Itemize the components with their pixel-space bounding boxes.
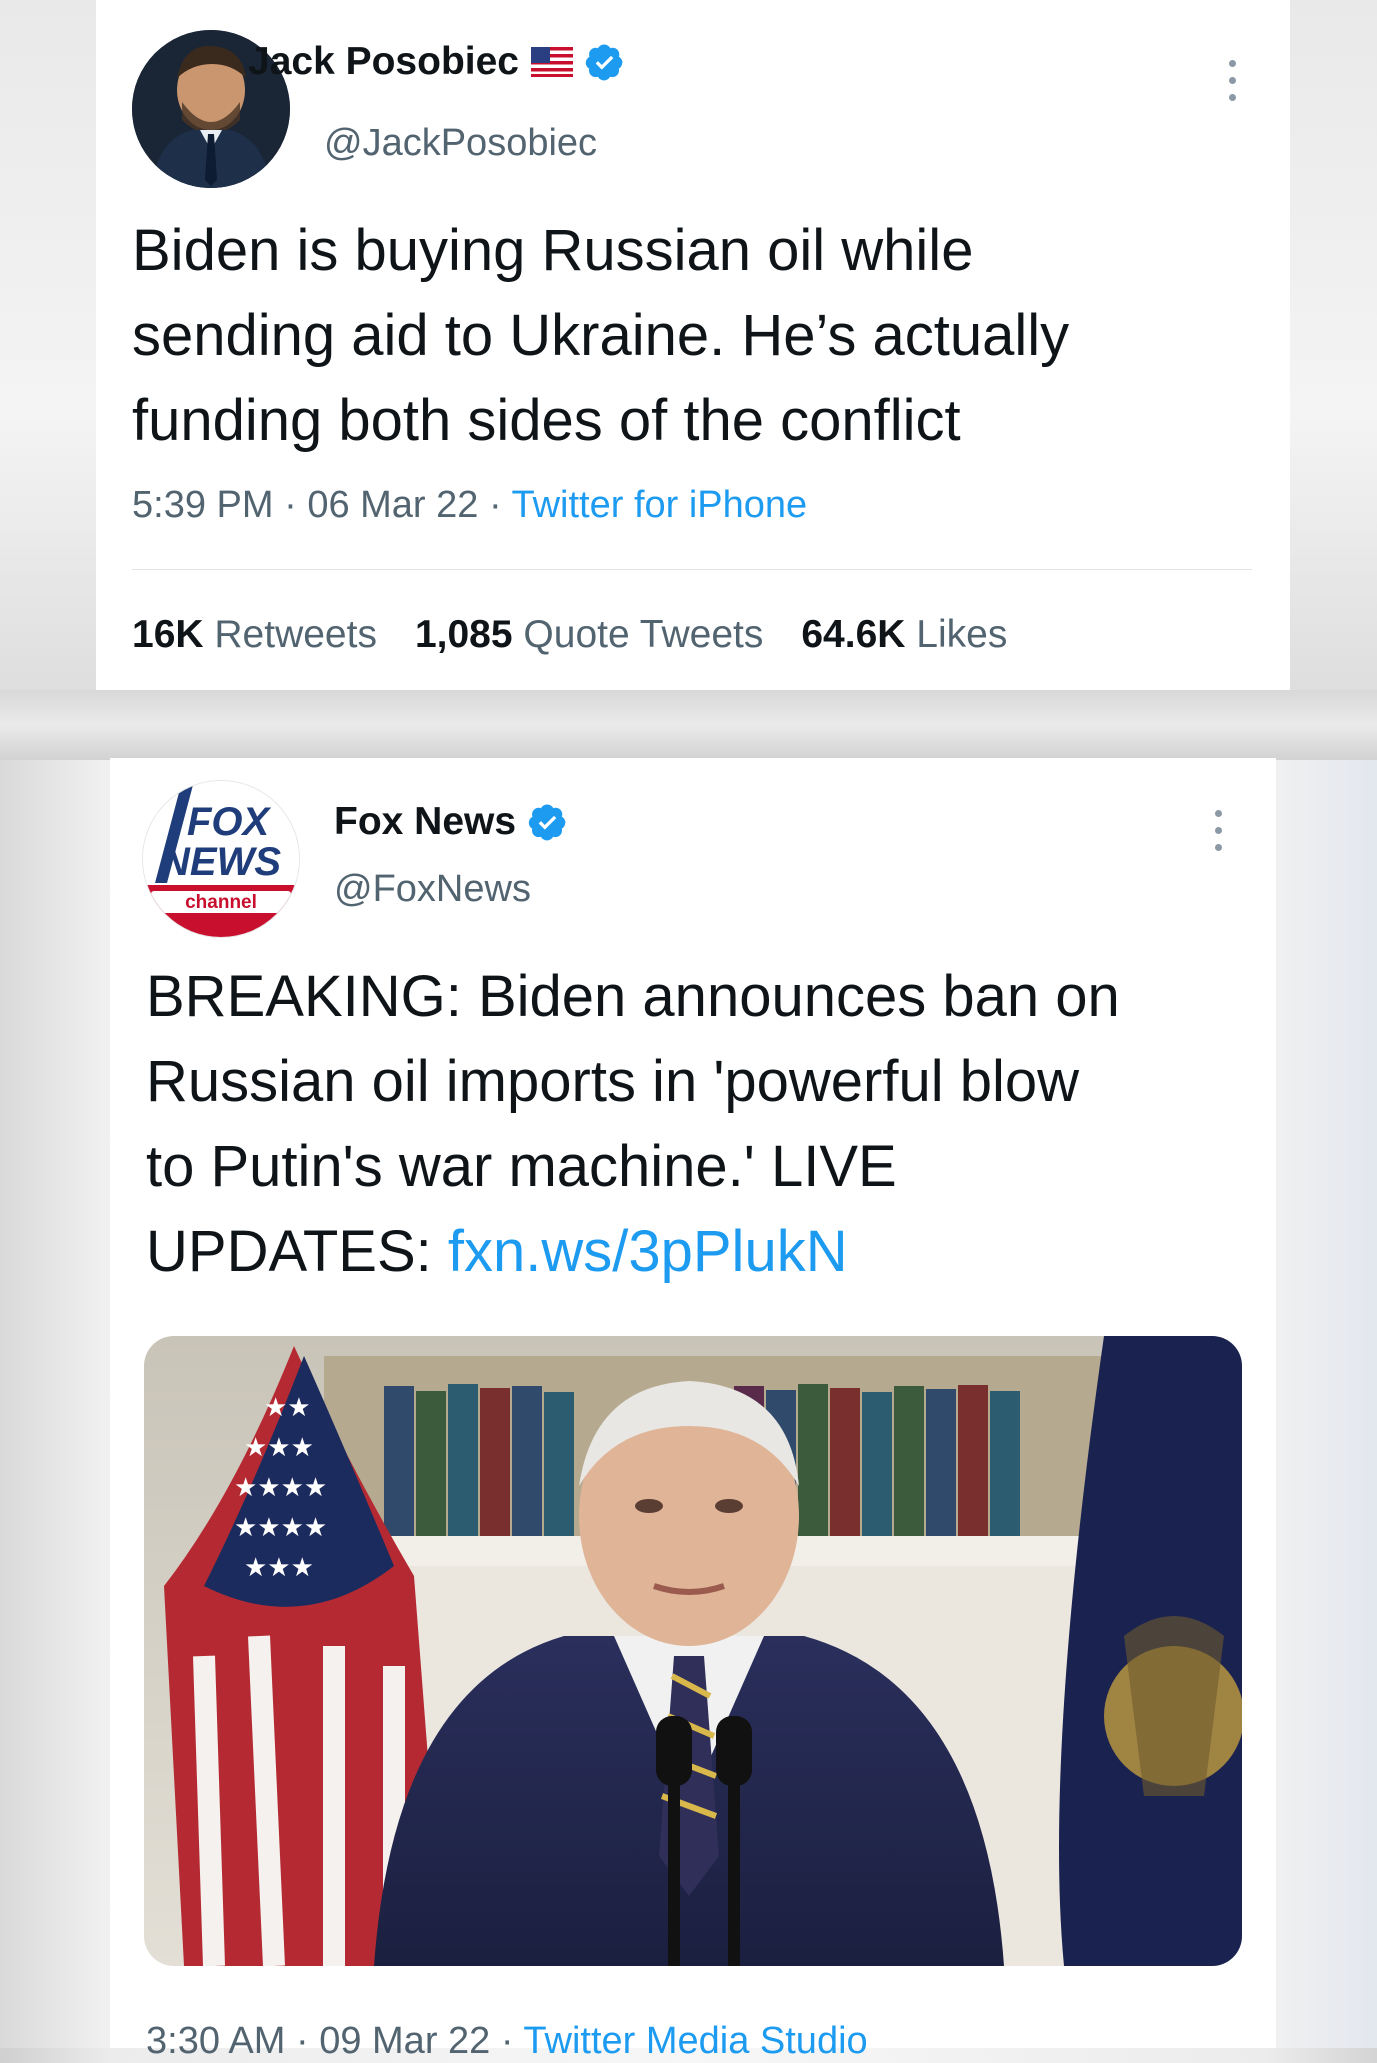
tweet-meta: 3:30 AM · 09 Mar 22 · Twitter Media Stud… (146, 2020, 868, 2063)
tweet-source[interactable]: Twitter for iPhone (512, 484, 808, 526)
tweet-text-prefix: UPDATES: (146, 1219, 448, 1284)
more-options-icon[interactable] (1212, 810, 1224, 851)
svg-text:★★: ★★ (264, 1393, 311, 1423)
biden-press-photo-image: ★★★★★★★★★★★★★★★★ (144, 1336, 1242, 1966)
tweet-text: Biden is buying Russian oil while sendin… (132, 208, 1252, 463)
svg-text:★★★: ★★★ (244, 1433, 314, 1463)
svg-text:★★★★: ★★★★ (234, 1513, 327, 1543)
author-handle[interactable]: @FoxNews (334, 868, 531, 911)
author-handle[interactable]: @JackPosobiec (324, 122, 597, 165)
us-flag-icon (530, 47, 573, 77)
likes-stat[interactable]: 64.6K Likes (801, 613, 1007, 657)
tweet-text-line: sending aid to Ukraine. He’s actually (132, 303, 1070, 368)
quotes-stat[interactable]: 1,085 Quote Tweets (415, 613, 763, 657)
retweets-count: 16K (132, 613, 204, 656)
retweets-label: Retweets (214, 613, 377, 656)
tweet-source[interactable]: Twitter Media Studio (523, 2020, 867, 2062)
logo-channel-text: channel (185, 892, 257, 913)
likes-count: 64.6K (801, 613, 906, 656)
logo-news-text: NEWS (161, 840, 281, 884)
tweet-text-line-last: UPDATES: fxn.ws/3pPlukN (146, 1209, 1256, 1294)
quotes-count: 1,085 (414, 613, 513, 656)
logo-fox-text: FOX (187, 800, 272, 844)
verified-badge-icon (585, 44, 623, 81)
author-name[interactable]: Fox News (334, 800, 516, 844)
author-name[interactable]: Jack Posobiec (248, 40, 519, 84)
tweet-date[interactable]: 09 Mar 22 (319, 2020, 490, 2062)
tweet-card-posobiec: Jack Posobiec @JackPosobiec Biden is buy… (96, 0, 1290, 690)
retweets-stat[interactable]: 16K Retweets (132, 613, 377, 657)
tweet-text-line: Russian oil imports in 'powerful blow (146, 1049, 1080, 1114)
svg-text:★★★: ★★★ (244, 1553, 314, 1583)
tweet-media-photo[interactable]: ★★ ★★★ ★★★★ ★★★★ ★★★ (144, 1336, 1242, 1966)
tweet-link[interactable]: fxn.ws/3pPlukN (448, 1219, 848, 1284)
tweet-meta: 5:39 PM · 06 Mar 22 · Twitter for iPhone (132, 484, 807, 527)
meta-separator: · (488, 484, 502, 526)
likes-label: Likes (916, 613, 1008, 656)
fox-news-logo-icon: FOX NEWS channel (143, 781, 299, 937)
tweet-text: BREAKING: Biden announces ban on Russian… (146, 954, 1256, 1294)
foxnews-logo-avatar[interactable]: FOX NEWS channel (142, 780, 300, 938)
background-gap (0, 690, 1377, 760)
tweet-time[interactable]: 3:30 AM (146, 2020, 285, 2062)
meta-separator: · (284, 484, 297, 526)
tweet-card-foxnews: FOX NEWS channel Fox News @FoxNews BREAK… (110, 758, 1276, 2062)
meta-separator: · (295, 2020, 309, 2062)
tweet-text-line: Biden is buying Russian oil while (132, 218, 974, 283)
tweet-stats: 16K Retweets 1,085 Quote Tweets 64.6K Li… (132, 613, 1007, 657)
more-options-icon[interactable] (1226, 60, 1238, 101)
svg-text:★★★★: ★★★★ (234, 1473, 327, 1503)
quotes-label: Quote Tweets (523, 613, 764, 656)
meta-separator: · (500, 2020, 514, 2062)
tweet-date[interactable]: 06 Mar 22 (307, 484, 478, 526)
author-name-row[interactable]: Jack Posobiec (248, 40, 625, 84)
tweet-text-line: BREAKING: Biden announces ban on (146, 964, 1120, 1029)
tweet-time[interactable]: 5:39 PM (132, 484, 274, 526)
tweet-text-line: funding both sides of the conflict (132, 388, 961, 453)
author-name-row[interactable]: Fox News (334, 800, 568, 844)
verified-badge-icon (528, 804, 566, 841)
tweet-text-line: to Putin's war machine.' LIVE (146, 1134, 897, 1199)
divider (132, 569, 1252, 570)
